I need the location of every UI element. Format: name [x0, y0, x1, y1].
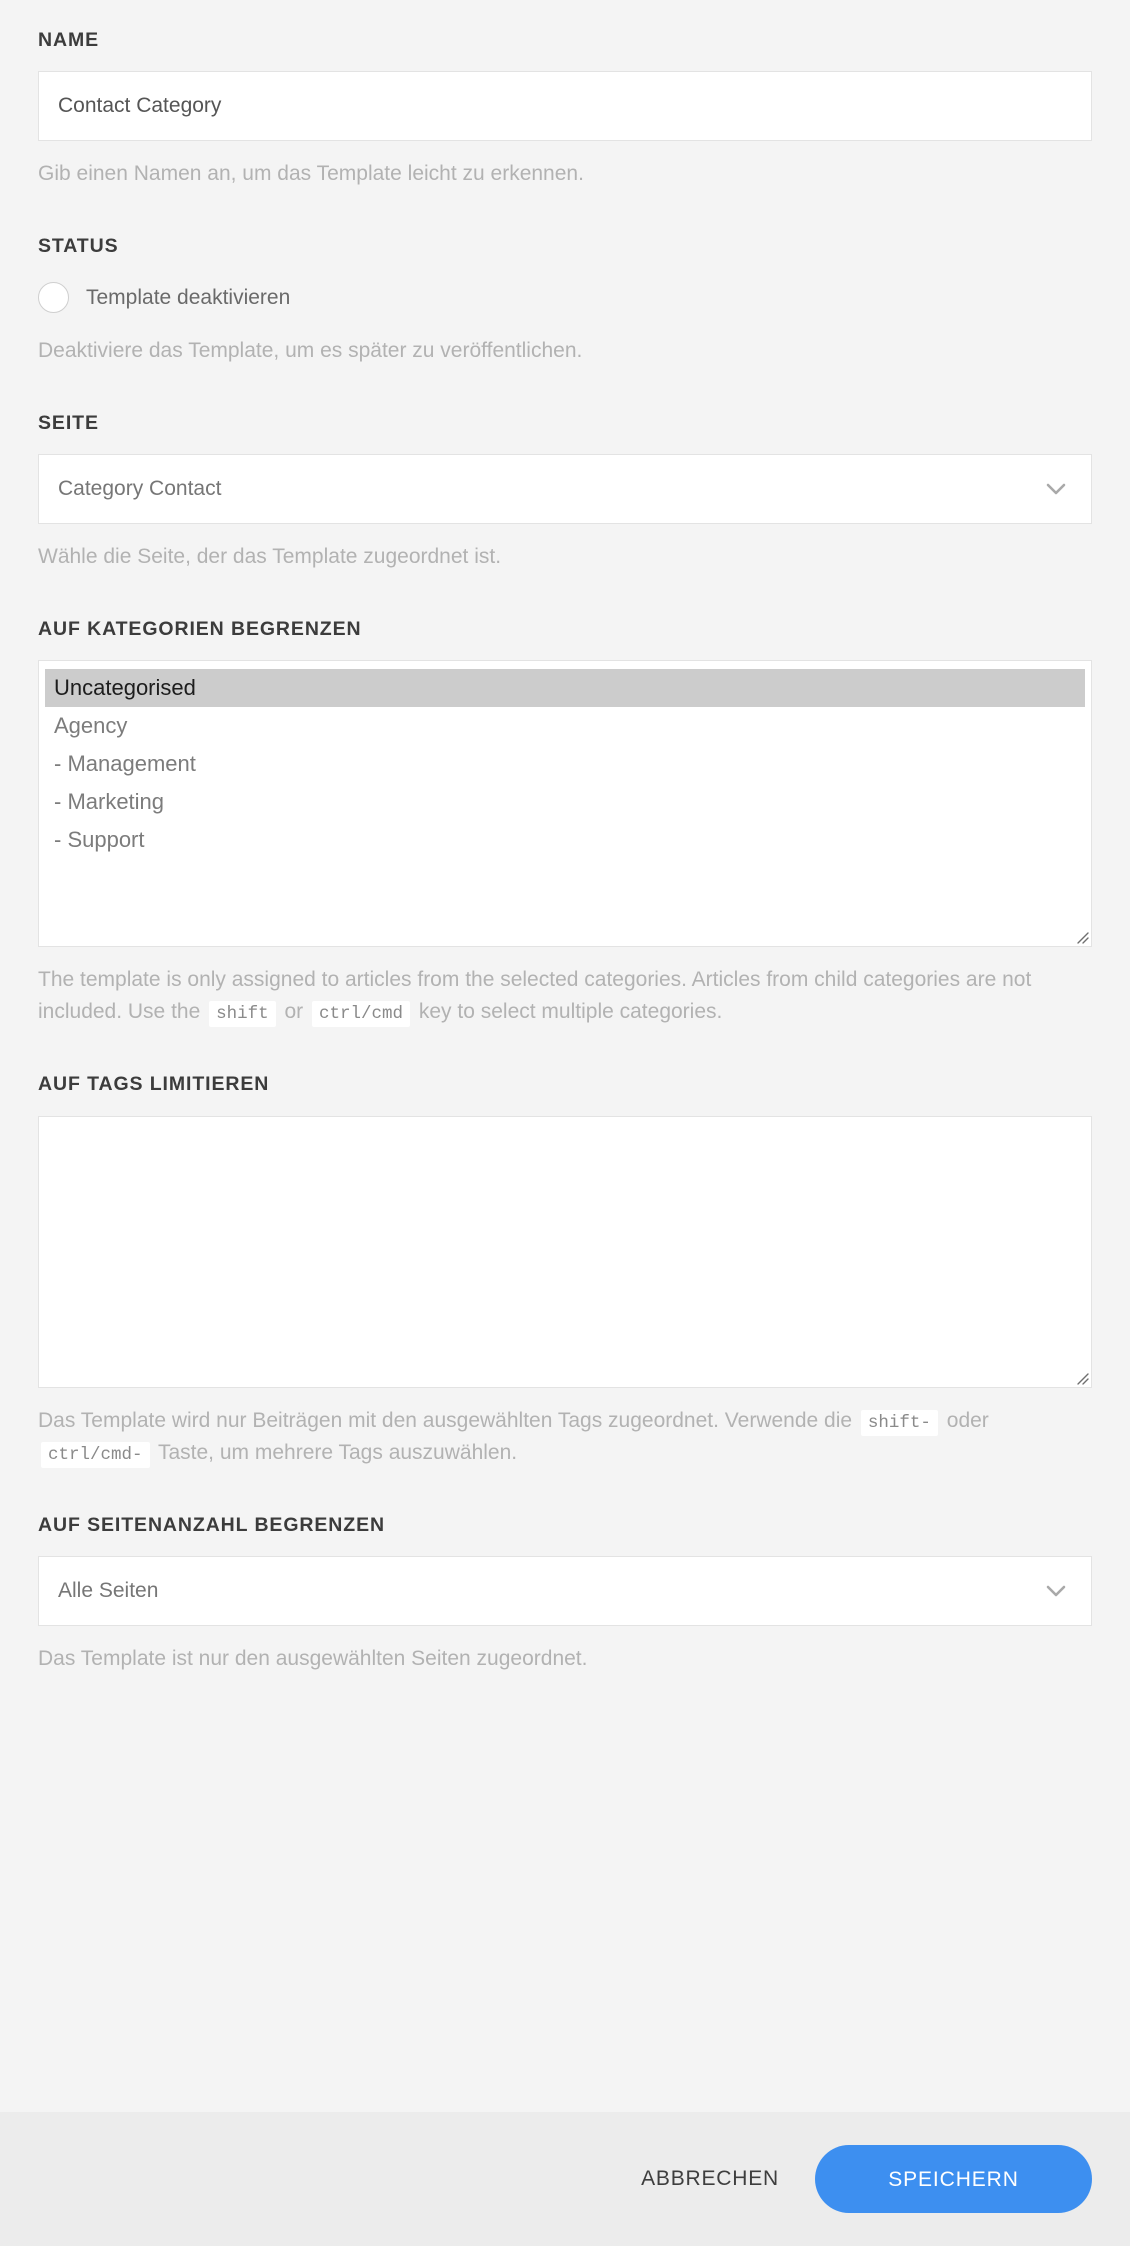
list-item[interactable]: Uncategorised [45, 669, 1085, 708]
field-name: NAME Contact Category Gib einen Namen an… [38, 29, 1092, 190]
categories-listbox[interactable]: Uncategorised Agency - Management - Mark… [38, 660, 1092, 948]
ctrl-cmd-key-chip: ctrl/cmd- [41, 1441, 150, 1468]
page-count-label: AUF SEITENANZAHL BEGRENZEN [38, 1513, 385, 1536]
shift-key-chip: shift- [860, 1409, 938, 1436]
tags-help-part3: Taste, um mehrere Tags auszuwählen. [157, 1440, 518, 1464]
page-count-select-value: Alle Seiten [58, 1578, 159, 1602]
tags-label: AUF TAGS LIMITIEREN [38, 1073, 270, 1096]
tags-help-part2: oder [946, 1408, 989, 1432]
page-select[interactable]: Category Contact [38, 454, 1092, 525]
deactivate-template-label: Template deaktivieren [86, 285, 291, 309]
resize-handle[interactable] [1071, 1367, 1089, 1385]
page-count-help-text: Das Template ist nur den ausgewählten Se… [38, 1646, 588, 1670]
field-tags: AUF TAGS LIMITIEREN Das Template wird nu… [38, 1073, 1092, 1469]
form-body: NAME Contact Category Gib einen Namen an… [0, 0, 1130, 2112]
page-select-value: Category Contact [58, 477, 222, 501]
radio-unchecked-icon[interactable] [38, 282, 69, 314]
name-input[interactable]: Contact Category [38, 71, 1092, 142]
list-item[interactable]: Agency [45, 707, 1085, 745]
categories-help-text: The template is only assigned to article… [38, 964, 1092, 1028]
name-label: NAME [38, 29, 100, 51]
resize-handle[interactable] [1071, 926, 1089, 945]
name-input-value: Contact Category [58, 94, 222, 118]
chevron-down-icon [1043, 1578, 1069, 1604]
template-settings-form: NAME Contact Category Gib einen Namen an… [0, 0, 1130, 2246]
list-item[interactable]: - Marketing [45, 783, 1085, 821]
shift-key-chip: shift [209, 1001, 276, 1028]
status-label: STATUS [38, 235, 119, 258]
status-help-text: Deaktiviere das Template, um es später z… [38, 338, 583, 362]
categories-help-part2: or [284, 1000, 304, 1024]
deactivate-template-toggle[interactable]: Template deaktivieren [38, 278, 1092, 318]
tags-help-part1: Das Template wird nur Beiträgen mit den … [38, 1408, 853, 1432]
categories-help-part3: key to select multiple categories. [418, 1000, 723, 1024]
tags-help-text: Das Template wird nur Beiträgen mit den … [38, 1405, 1092, 1469]
field-categories: AUF KATEGORIEN BEGRENZEN Uncategorised A… [38, 618, 1092, 1028]
field-status: STATUS Template deaktivieren Deaktiviere… [38, 235, 1092, 366]
save-button[interactable]: SPEICHERN [815, 2145, 1092, 2213]
tags-listbox[interactable] [38, 1115, 1092, 1388]
page-help-text: Wähle die Seite, der das Template zugeor… [38, 545, 502, 569]
chevron-down-icon [1043, 476, 1069, 502]
ctrl-cmd-key-chip: ctrl/cmd [312, 1001, 411, 1028]
form-footer: ABBRECHEN SPEICHERN [0, 2112, 1130, 2246]
cancel-button[interactable]: ABBRECHEN [617, 2153, 803, 2205]
name-help-text: Gib einen Namen an, um das Template leic… [38, 162, 584, 186]
list-item[interactable]: - Support [45, 821, 1085, 859]
list-item[interactable]: - Management [45, 745, 1085, 783]
categories-label: AUF KATEGORIEN BEGRENZEN [38, 618, 362, 641]
page-label: SEITE [38, 411, 99, 434]
page-count-select[interactable]: Alle Seiten [38, 1555, 1092, 1626]
field-page: SEITE Category Contact Wähle die Seite, … [38, 411, 1092, 573]
field-page-count: AUF SEITENANZAHL BEGRENZEN Alle Seiten D… [38, 1513, 1092, 1675]
